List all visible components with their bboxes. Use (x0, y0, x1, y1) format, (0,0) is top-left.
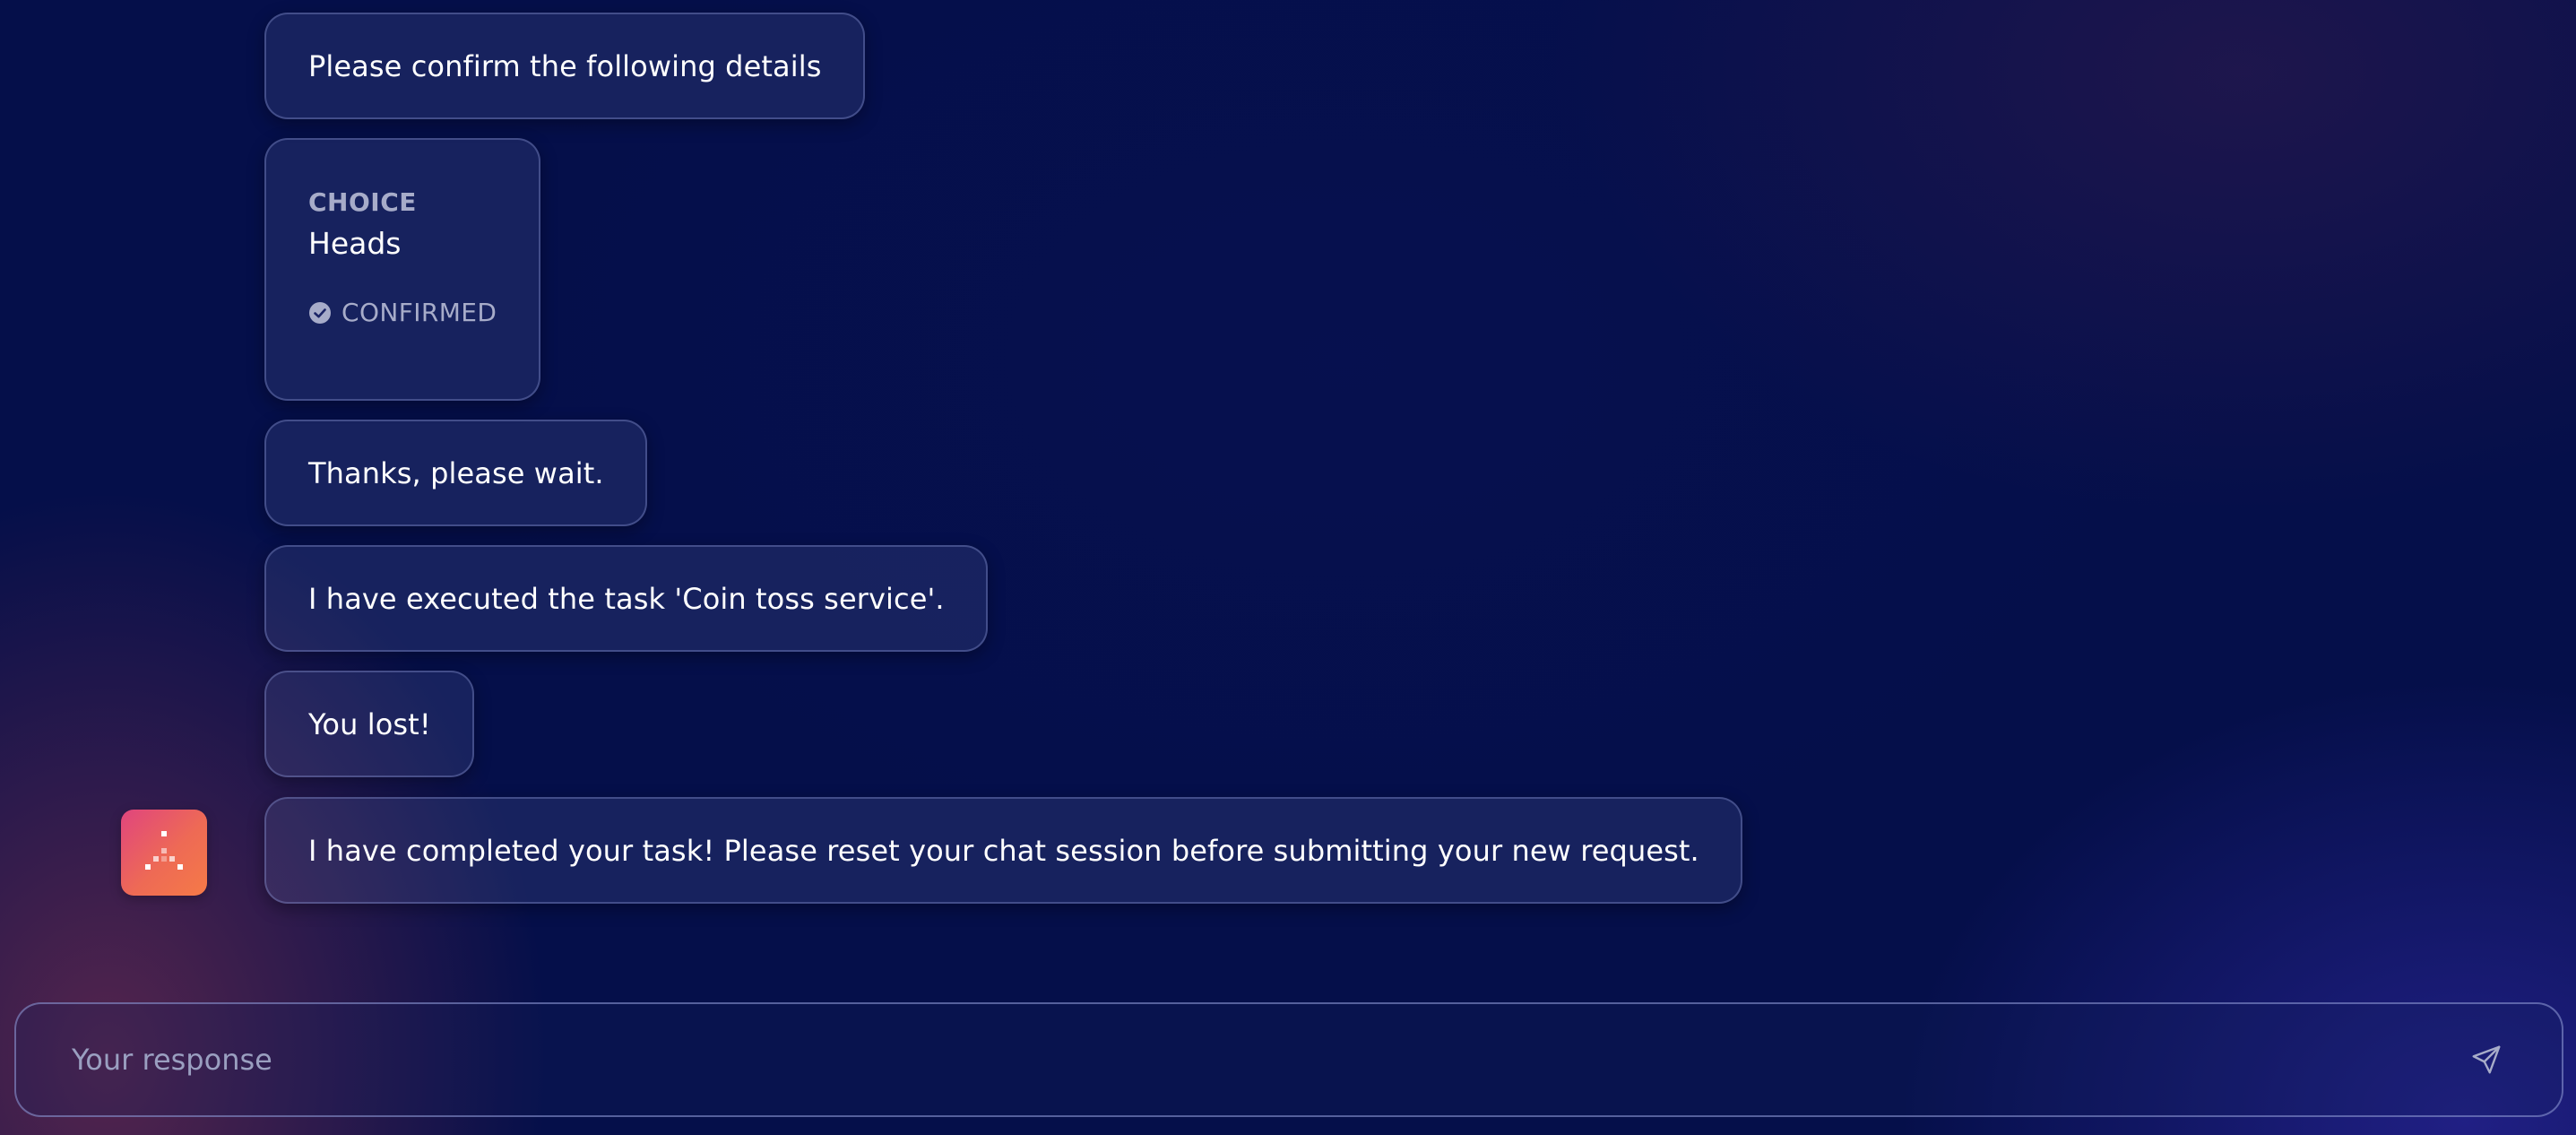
message-text: You lost! (308, 706, 431, 741)
status-text: CONFIRMED (341, 298, 497, 327)
assistant-message-bubble: Please confirm the following details (264, 13, 865, 119)
check-circle-icon (308, 301, 332, 325)
assistant-message-bubble: I have executed the task 'Coin toss serv… (264, 545, 988, 652)
assistant-logo-icon (145, 831, 183, 870)
assistant-message-bubble: I have completed your task! Please reset… (264, 797, 1742, 904)
assistant-avatar (121, 810, 207, 896)
message-text: I have executed the task 'Coin toss serv… (308, 581, 945, 616)
send-button[interactable] (2468, 1041, 2505, 1079)
choice-value: Heads (308, 226, 402, 261)
composer (14, 1002, 2563, 1117)
message-text: Please confirm the following details (308, 48, 822, 83)
send-icon (2472, 1045, 2501, 1074)
assistant-message-bubble: You lost! (264, 671, 474, 777)
message-text: I have completed your task! Please reset… (308, 833, 1699, 868)
response-input[interactable] (72, 1004, 2402, 1115)
assistant-message-bubble: Thanks, please wait. (264, 420, 647, 526)
choice-label: CHOICE (308, 187, 417, 217)
confirmed-status: CONFIRMED (308, 298, 503, 327)
confirmation-card: CHOICE Heads CONFIRMED (264, 138, 540, 401)
message-text: Thanks, please wait. (308, 455, 604, 490)
